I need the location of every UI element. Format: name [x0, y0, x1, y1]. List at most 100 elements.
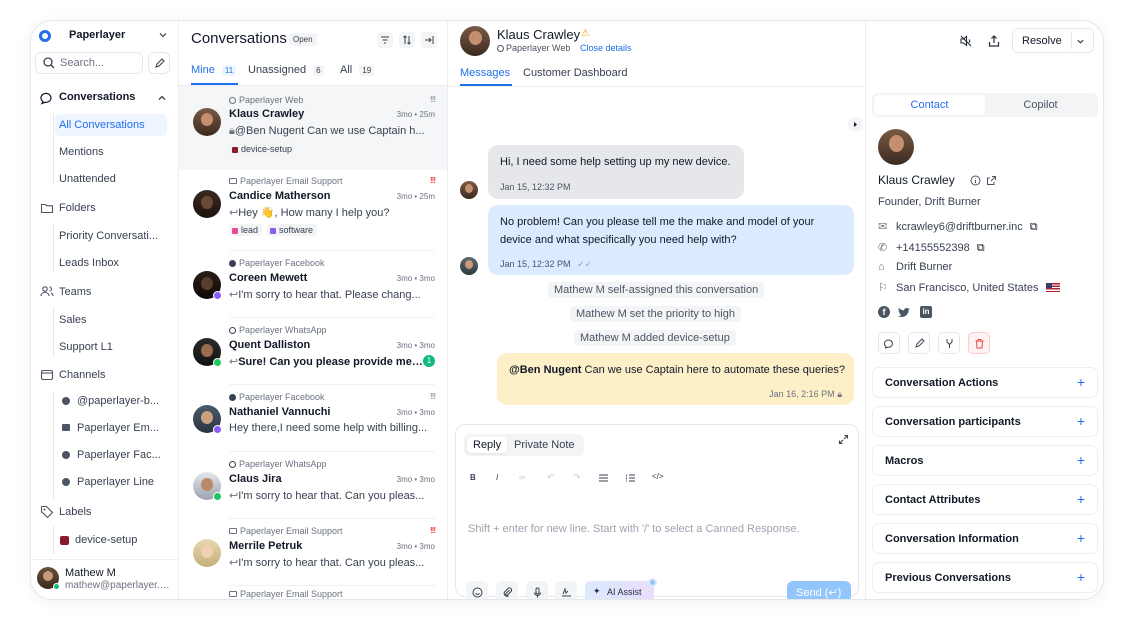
copy-icon[interactable]: ⧉	[977, 242, 985, 254]
twitter-icon[interactable]	[898, 307, 911, 318]
external-link-icon[interactable]	[986, 175, 997, 186]
conversation-item-coreen[interactable]: Paperlayer Facebook Coreen Mewett 3mo • …	[179, 251, 447, 317]
filter-button[interactable]	[377, 32, 393, 48]
section-previous-conversations[interactable]: Previous Conversations +	[872, 562, 1098, 593]
delete-contact-button[interactable]	[968, 332, 990, 354]
sidebar-channel-web[interactable]: @paperlayer-b...	[77, 390, 169, 412]
search-box[interactable]: Search...	[35, 52, 143, 74]
sidebar-group-conversations[interactable]: Conversations	[59, 87, 135, 107]
contact-avatar[interactable]	[460, 26, 490, 56]
facebook-channel-icon	[62, 451, 70, 459]
tab-all[interactable]: All 19	[340, 64, 375, 76]
chevron-up-icon[interactable]	[157, 93, 167, 103]
italic-icon[interactable]: I	[496, 473, 498, 482]
numbered-list-icon[interactable]	[626, 474, 635, 482]
conversation-item-nathaniel[interactable]: Paperlayer Facebook !!! Nathaniel Vannuc…	[179, 385, 447, 451]
conversation-item-quent[interactable]: Paperlayer WhatsApp Quent Dalliston 3mo …	[179, 318, 447, 384]
collapse-button[interactable]	[421, 32, 437, 48]
emoji-button[interactable]	[466, 581, 488, 599]
redo-icon[interactable]: ↷	[573, 472, 581, 483]
plus-icon[interactable]: +	[1077, 452, 1085, 468]
undo-icon[interactable]: ↶	[547, 472, 555, 483]
expand-icon[interactable]	[838, 434, 849, 445]
bullet-list-icon[interactable]	[599, 474, 608, 482]
conversation-item-partial[interactable]: Paperlayer Email Support	[179, 586, 447, 599]
send-button[interactable]: Send (↵)	[787, 581, 851, 599]
section-conversation-actions[interactable]: Conversation Actions +	[872, 367, 1098, 398]
section-conversation-participants[interactable]: Conversation participants +	[872, 406, 1098, 437]
conversation-item-klaus[interactable]: Paperlayer Web !!! Klaus Crawley 3mo • 2…	[179, 86, 447, 170]
edit-contact-button[interactable]	[908, 332, 930, 354]
sidebar-item-unattended[interactable]: Unattended	[59, 168, 169, 190]
caret-right-icon	[854, 122, 857, 127]
status-badge[interactable]: Open	[289, 33, 317, 46]
sidebar-label-device-setup[interactable]: device-setup	[75, 529, 169, 551]
message-preview: ↩︎I'm sorry to hear that. Can you pleas.…	[229, 490, 425, 502]
sidebar-group-folders[interactable]: Folders	[59, 198, 96, 218]
contact-email-row[interactable]: ✉︎ kcrawley6@driftburner.inc ⧉	[878, 220, 1038, 234]
signature-button[interactable]	[555, 581, 577, 599]
plus-icon[interactable]: +	[1077, 491, 1085, 507]
sidebar-item-sales[interactable]: Sales	[59, 309, 169, 331]
tab-contact[interactable]: Contact	[874, 95, 985, 115]
workspace-name[interactable]: Paperlayer	[69, 29, 125, 41]
section-contact-attributes[interactable]: Contact Attributes +	[872, 484, 1098, 515]
conversation-item-merrile[interactable]: Paperlayer Email Support !!! Merrile Pet…	[179, 519, 447, 585]
message-input[interactable]: Shift + enter for new line. Start with '…	[468, 523, 800, 535]
new-message-button[interactable]	[878, 332, 900, 354]
ai-assist-button[interactable]: ✦ AI Assist	[585, 581, 654, 599]
bold-icon[interactable]: B	[470, 473, 476, 482]
sort-button[interactable]	[399, 32, 415, 48]
sidebar-item-all-conversations[interactable]: All Conversations	[59, 114, 169, 136]
plus-icon[interactable]: +	[1077, 569, 1085, 585]
conversation-item-claus[interactable]: Paperlayer WhatsApp Claus Jira 3mo • 3mo…	[179, 452, 447, 518]
contact-phone-row[interactable]: ✆ +14155552398 ⧉	[878, 241, 985, 255]
tab-customer-dashboard[interactable]: Customer Dashboard	[523, 67, 628, 79]
private-note-tab[interactable]: Private Note	[514, 439, 575, 451]
chevron-down-icon[interactable]	[158, 30, 168, 40]
attach-button[interactable]	[496, 581, 518, 599]
online-status-dot	[53, 583, 60, 590]
expand-panel-button[interactable]	[848, 117, 863, 132]
plus-icon[interactable]: +	[1077, 374, 1085, 390]
sidebar-item-leads-inbox[interactable]: Leads Inbox	[59, 252, 169, 274]
chat-inbox: Paperlayer Web	[497, 43, 570, 53]
copy-icon[interactable]: ⧉	[1030, 221, 1038, 233]
plus-icon[interactable]: +	[1077, 530, 1085, 546]
merge-contact-button[interactable]	[938, 332, 960, 354]
conversation-item-candice[interactable]: Paperlayer Email Support !!! Candice Mat…	[179, 170, 447, 250]
info-icon[interactable]	[970, 175, 981, 186]
tab-copilot[interactable]: Copilot	[985, 95, 1096, 115]
section-macros[interactable]: Macros +	[872, 445, 1098, 476]
code-icon[interactable]: </>	[652, 472, 664, 481]
paperclip-icon	[503, 586, 512, 597]
section-conversation-information[interactable]: Conversation Information +	[872, 523, 1098, 554]
contact-info-panel: Contact Copilot Klaus Crawley Founder, D…	[866, 21, 1103, 599]
plus-icon[interactable]: +	[1077, 413, 1085, 429]
tab-mine[interactable]: Mine 11	[191, 64, 237, 76]
filter-icon	[381, 36, 389, 44]
sidebar-item-mentions[interactable]: Mentions	[59, 141, 169, 163]
contact-company-row: ⌂ Drift Burner	[878, 261, 952, 273]
sidebar-group-labels[interactable]: Labels	[59, 502, 91, 522]
link-icon[interactable]: ∞	[519, 472, 525, 482]
tab-messages[interactable]: Messages	[460, 67, 510, 79]
inbox-icon	[40, 369, 54, 381]
reply-tab[interactable]: Reply	[467, 437, 508, 453]
close-details-link[interactable]: Close details	[580, 43, 632, 53]
contact-photo[interactable]	[878, 129, 914, 165]
sidebar-item-support-l1[interactable]: Support L1	[59, 336, 169, 358]
sidebar-group-teams[interactable]: Teams	[59, 282, 91, 302]
sidebar-channel-line[interactable]: Paperlayer Line	[77, 471, 169, 493]
app-window: Paperlayer Search... Conversations All C…	[30, 20, 1104, 600]
sidebar-channel-facebook[interactable]: Paperlayer Fac...	[77, 444, 169, 466]
sidebar-channel-email[interactable]: Paperlayer Em...	[77, 417, 169, 439]
facebook-icon[interactable]: f	[878, 306, 890, 318]
compose-button[interactable]	[148, 52, 170, 74]
linkedin-icon[interactable]: in	[920, 306, 932, 318]
source-name: Paperlayer Email Support	[240, 589, 343, 599]
voice-button[interactable]	[526, 581, 548, 599]
sidebar-group-channels[interactable]: Channels	[59, 365, 105, 385]
tab-unassigned[interactable]: Unassigned 6	[248, 64, 324, 76]
sidebar-item-priority-conversations[interactable]: Priority Conversati...	[59, 225, 169, 247]
